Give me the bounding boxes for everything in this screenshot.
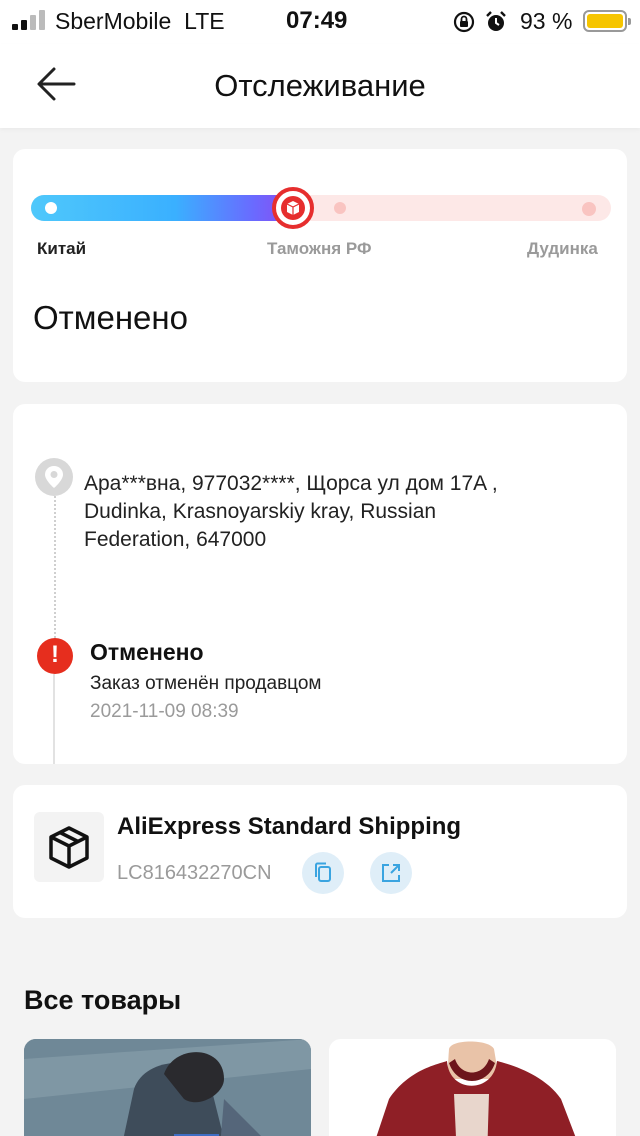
- stage-dot-start: [45, 202, 57, 214]
- battery-percent: 93 %: [520, 8, 573, 34]
- status-bar: SberMobile LTE 07:49 93 %: [0, 0, 640, 44]
- external-link-icon: [382, 864, 400, 882]
- delivery-progress: [31, 187, 611, 229]
- event-description: Заказ отменён продавцом: [90, 673, 322, 694]
- page-title: Отслеживание: [214, 68, 426, 103]
- order-status: Отменено: [33, 299, 188, 336]
- nav-header: Отслеживание: [0, 44, 640, 128]
- open-tracking-button[interactable]: [370, 852, 412, 894]
- timeline-line: [53, 674, 55, 764]
- delivery-address: Ара***вна, 977032****, Щорса ул дом 17A …: [84, 472, 498, 551]
- stage-dot-middle: [334, 202, 346, 214]
- network-type: LTE: [184, 8, 225, 34]
- alarm-icon: [486, 11, 506, 31]
- shipping-card: AliExpress Standard Shipping LC816432270…: [13, 785, 627, 918]
- product-card-1[interactable]: [24, 1039, 311, 1136]
- alert-icon: !: [37, 638, 73, 674]
- shipping-carrier: AliExpress Standard Shipping: [117, 813, 462, 840]
- location-pin-icon: [35, 458, 73, 496]
- parcel-icon: [34, 812, 104, 882]
- copy-tracking-button[interactable]: [302, 852, 344, 894]
- product-image-1: [24, 1039, 311, 1136]
- product-card-2[interactable]: [329, 1039, 616, 1136]
- event-title: Отменено: [90, 639, 204, 665]
- stage-label-origin: Китай: [37, 239, 87, 258]
- tracking-timeline-card: Ара***вна, 977032****, Щорса ул дом 17A …: [13, 404, 627, 764]
- event-datetime: 2021-11-09 08:39: [90, 701, 239, 722]
- battery-fill: [587, 14, 623, 28]
- clock: 07:49: [286, 7, 348, 34]
- progress-fill: [31, 195, 293, 221]
- carrier-name: SberMobile: [55, 8, 172, 34]
- signal-icon: [12, 10, 48, 30]
- tracking-number[interactable]: LC816432270CN: [117, 862, 272, 885]
- orientation-lock-icon: [453, 11, 475, 33]
- stage-label-customs: Таможня РФ: [267, 239, 372, 258]
- progress-card: Китай Таможня РФ Дудинка Отменено: [13, 149, 627, 382]
- stage-label-destination: Дудинка: [527, 239, 598, 258]
- all-products-title: Все товары: [24, 985, 182, 1015]
- current-stage-marker: [272, 187, 314, 229]
- stage-dot-end: [582, 202, 596, 216]
- copy-icon: [315, 862, 331, 882]
- package-icon: [286, 201, 300, 215]
- battery-icon: [583, 10, 631, 32]
- product-image-2: [329, 1039, 616, 1136]
- timeline-connector: [54, 496, 56, 638]
